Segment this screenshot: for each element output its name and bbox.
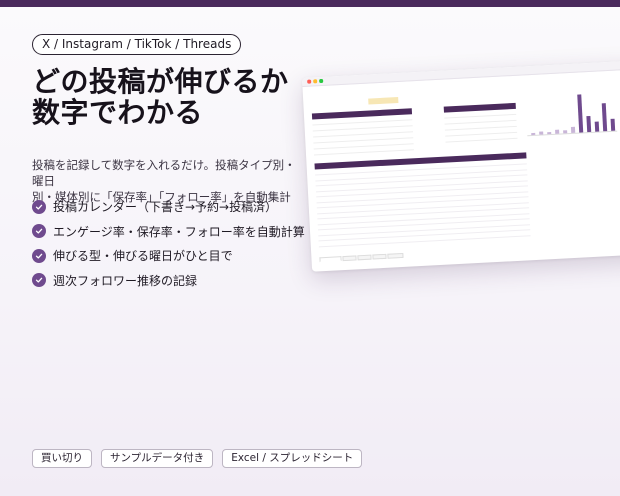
spreadsheet-preview-image (302, 60, 620, 272)
chip-sample-data: サンプルデータ付き (101, 449, 214, 468)
headline-line-1: どの投稿が伸びるか (32, 65, 289, 98)
feature-text: 投稿カレンダー（下書き→予約→投稿済） (53, 200, 278, 214)
sheet-date-cell (368, 96, 399, 105)
feature-item: 伸びる型・伸びる曜日がひと目で (32, 246, 305, 265)
feature-item: エンゲージ率・保存率・フォロー率を自動計算 (32, 222, 305, 241)
tag-chips: 買い切り サンプルデータ付き Excel / スプレッドシート (32, 449, 371, 468)
maximize-dot-icon (319, 79, 323, 83)
sheet-chart-bar (586, 115, 592, 133)
headline: どの投稿が伸びるか 数字でわかる (32, 66, 312, 128)
check-circle-icon (32, 199, 46, 214)
sheet-chart-bar (594, 121, 600, 132)
sheet-chart-bar (570, 126, 576, 133)
minimize-dot-icon (313, 79, 317, 84)
check-circle-icon (32, 224, 46, 239)
platform-badge: X / Instagram / TikTok / Threads (32, 34, 242, 55)
feature-text: 伸びる型・伸びる曜日がひと目で (53, 249, 233, 264)
window-titlebar (302, 60, 620, 87)
sheet-chart-bar (577, 94, 584, 133)
check-circle-icon (32, 248, 46, 263)
sheet-chart-bar (555, 129, 560, 134)
sheet-tab (357, 254, 372, 261)
sheet-bar-chart (525, 89, 618, 137)
description-line-1: 投稿を記録して数字を入れるだけ。投稿タイプ別・曜日 (32, 158, 296, 188)
sheet-tab (387, 252, 404, 259)
chip-one-time-purchase: 買い切り (32, 449, 92, 468)
headline-line-2: 数字でわかる (32, 96, 204, 129)
sheet-tab-bar (319, 252, 404, 263)
sheet-tab (319, 256, 342, 263)
sheet-chart-bar (547, 132, 552, 135)
feature-text: 週次フォロワー推移の記録 (53, 273, 198, 288)
sheet-chart-bar (531, 132, 536, 136)
feature-item: 投稿カレンダー（下書き→予約→投稿済） (32, 197, 305, 216)
chip-excel-spreadsheet: Excel / スプレッドシート (222, 449, 363, 468)
sheet-tab (372, 253, 387, 260)
sheet-chart-bar (539, 131, 544, 135)
sheet-tab (342, 255, 357, 262)
top-accent-bar (0, 0, 620, 7)
sheet-chart-bar (563, 130, 568, 134)
sheet-chart-bar (601, 103, 608, 132)
close-dot-icon (307, 79, 311, 84)
feature-text: エンゲージ率・保存率・フォロー率を自動計算 (53, 224, 305, 239)
sheet-chart-bar (610, 118, 616, 131)
feature-item: 週次フォロワー推移の記録 (32, 271, 305, 290)
feature-list: 投稿カレンダー（下書き→予約→投稿済） エンゲージ率・保存率・フォロー率を自動計… (32, 197, 305, 295)
check-circle-icon (32, 273, 46, 288)
